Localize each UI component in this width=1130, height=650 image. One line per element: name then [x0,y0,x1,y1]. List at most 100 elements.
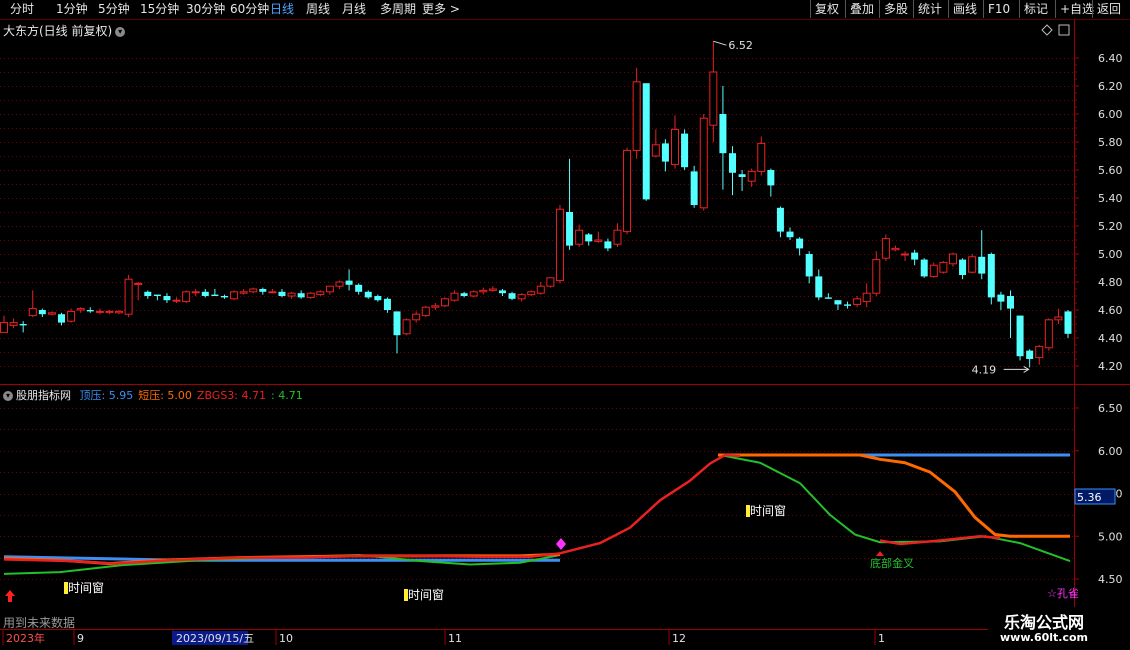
candle-body [747,170,756,182]
candle-body [661,143,669,162]
chevron-down-icon[interactable]: ▾ [115,26,126,37]
stock-title-text: 大东方(日线 前复权) [3,24,113,38]
time-window-label: 时间窗 [750,504,786,518]
candle-body [690,171,698,205]
candle-body [393,311,401,336]
candle-body [651,144,660,157]
chevron-down-icon[interactable]: ▾ [3,391,13,401]
time-label: 1 [878,632,885,645]
stock-title: 大东方(日线 前复权) ▾ [3,22,126,39]
candle-body [575,229,584,245]
square-icon [1058,24,1070,36]
candle-body [134,282,143,285]
indicator-values: 顶压: 5.95 短压: 5.00 ZBGS3: 4.71: 4.71 [75,389,303,402]
diamond-icon [1041,24,1053,36]
candle-body [1035,345,1044,359]
candle-body [355,284,363,292]
candle-body [172,299,181,302]
indicator-tick-label: 6.50 [1098,402,1123,415]
candle-body [920,259,928,277]
indicator-value-3: : 4.71 [271,389,303,402]
candle-body [642,83,650,200]
candle-body [335,281,344,287]
candle-body [796,238,804,249]
candle-body [632,81,641,151]
candle-body [287,292,296,297]
kline-chart: 6.40 6.20 6.00 5.80 5.60 5.40 5.20 5.00 4.80 4.60… [0,19,1130,645]
candle-body [1006,296,1014,309]
candle-body [374,296,382,301]
candle-body [948,253,957,265]
golden-cross-label: 底部金叉 [870,556,914,570]
price-tick-label: 5.40 [1098,192,1123,205]
candle-body [278,291,286,296]
candle-body [153,294,161,296]
candle-body [450,292,459,301]
candle-body [815,276,823,298]
candle-body [997,294,1005,302]
candle-body [767,170,775,186]
indicator-tick-label: 4.50 [1098,573,1123,586]
candle-body [844,304,852,306]
candle-body [9,322,18,326]
candle-body [297,293,305,298]
up-arrow-icon [5,590,15,602]
candle-body [124,278,133,315]
candle-body [1054,316,1063,321]
candle-body [67,310,76,322]
candle-body [38,310,46,315]
time-label: 11 [448,632,462,645]
candle-body [201,291,209,296]
candle-body [508,293,516,299]
candle-body [776,207,784,232]
high-price-label: 6.52 [728,39,753,52]
candle-body [555,208,564,282]
candle-body [805,254,813,277]
indicator-value-2: ZBGS3: 4.71 [196,389,266,402]
candle-body [105,310,114,313]
candle-body [939,261,948,273]
candle-body [604,241,612,249]
candle-body [987,254,995,298]
candle-body [891,247,900,251]
candle-body [498,290,506,294]
candle-body [527,291,536,296]
low-price-label: 4.19 [972,363,997,376]
current-value-label: 5.36 [1077,491,1102,504]
candle-body [901,253,910,256]
candle-body [824,297,832,299]
time-label: 2023/09/15/五 [176,632,254,645]
candle-body [163,296,171,301]
candle-body [862,292,871,303]
candle-body [469,291,478,297]
candle-body [239,291,248,294]
candle-body [383,298,391,310]
indicator-value-1: 短压: 5.00 [138,389,192,402]
candle-body [517,294,526,300]
candle-body [58,314,66,323]
candle-body [268,291,277,294]
price-tick-label: 4.80 [1098,276,1123,289]
time-label: 2023年 [6,631,45,645]
high-marker-line [713,40,727,46]
candle-body [566,212,574,246]
candle-body [28,308,37,317]
candle-body [738,174,746,177]
price-tick-label: 4.40 [1098,332,1123,345]
candle-body [757,142,766,172]
candle-body [585,234,593,242]
candle-body [115,310,124,314]
candle-body [182,291,191,303]
zbgs3-red-line [879,535,1001,546]
candle-body [259,289,267,292]
buy-arrow-icon [876,551,884,556]
candle-body [546,277,555,287]
price-tick-label: 4.60 [1098,304,1123,317]
watermark-title: 乐淘公式网 [1004,613,1085,632]
candle-body [19,324,27,326]
candle-body [968,256,977,273]
watermark: 乐淘公式网 www.60lt.com [988,607,1130,650]
signal-diamond-icon [556,538,566,550]
candle-body [86,310,94,312]
candle-body [959,259,967,275]
